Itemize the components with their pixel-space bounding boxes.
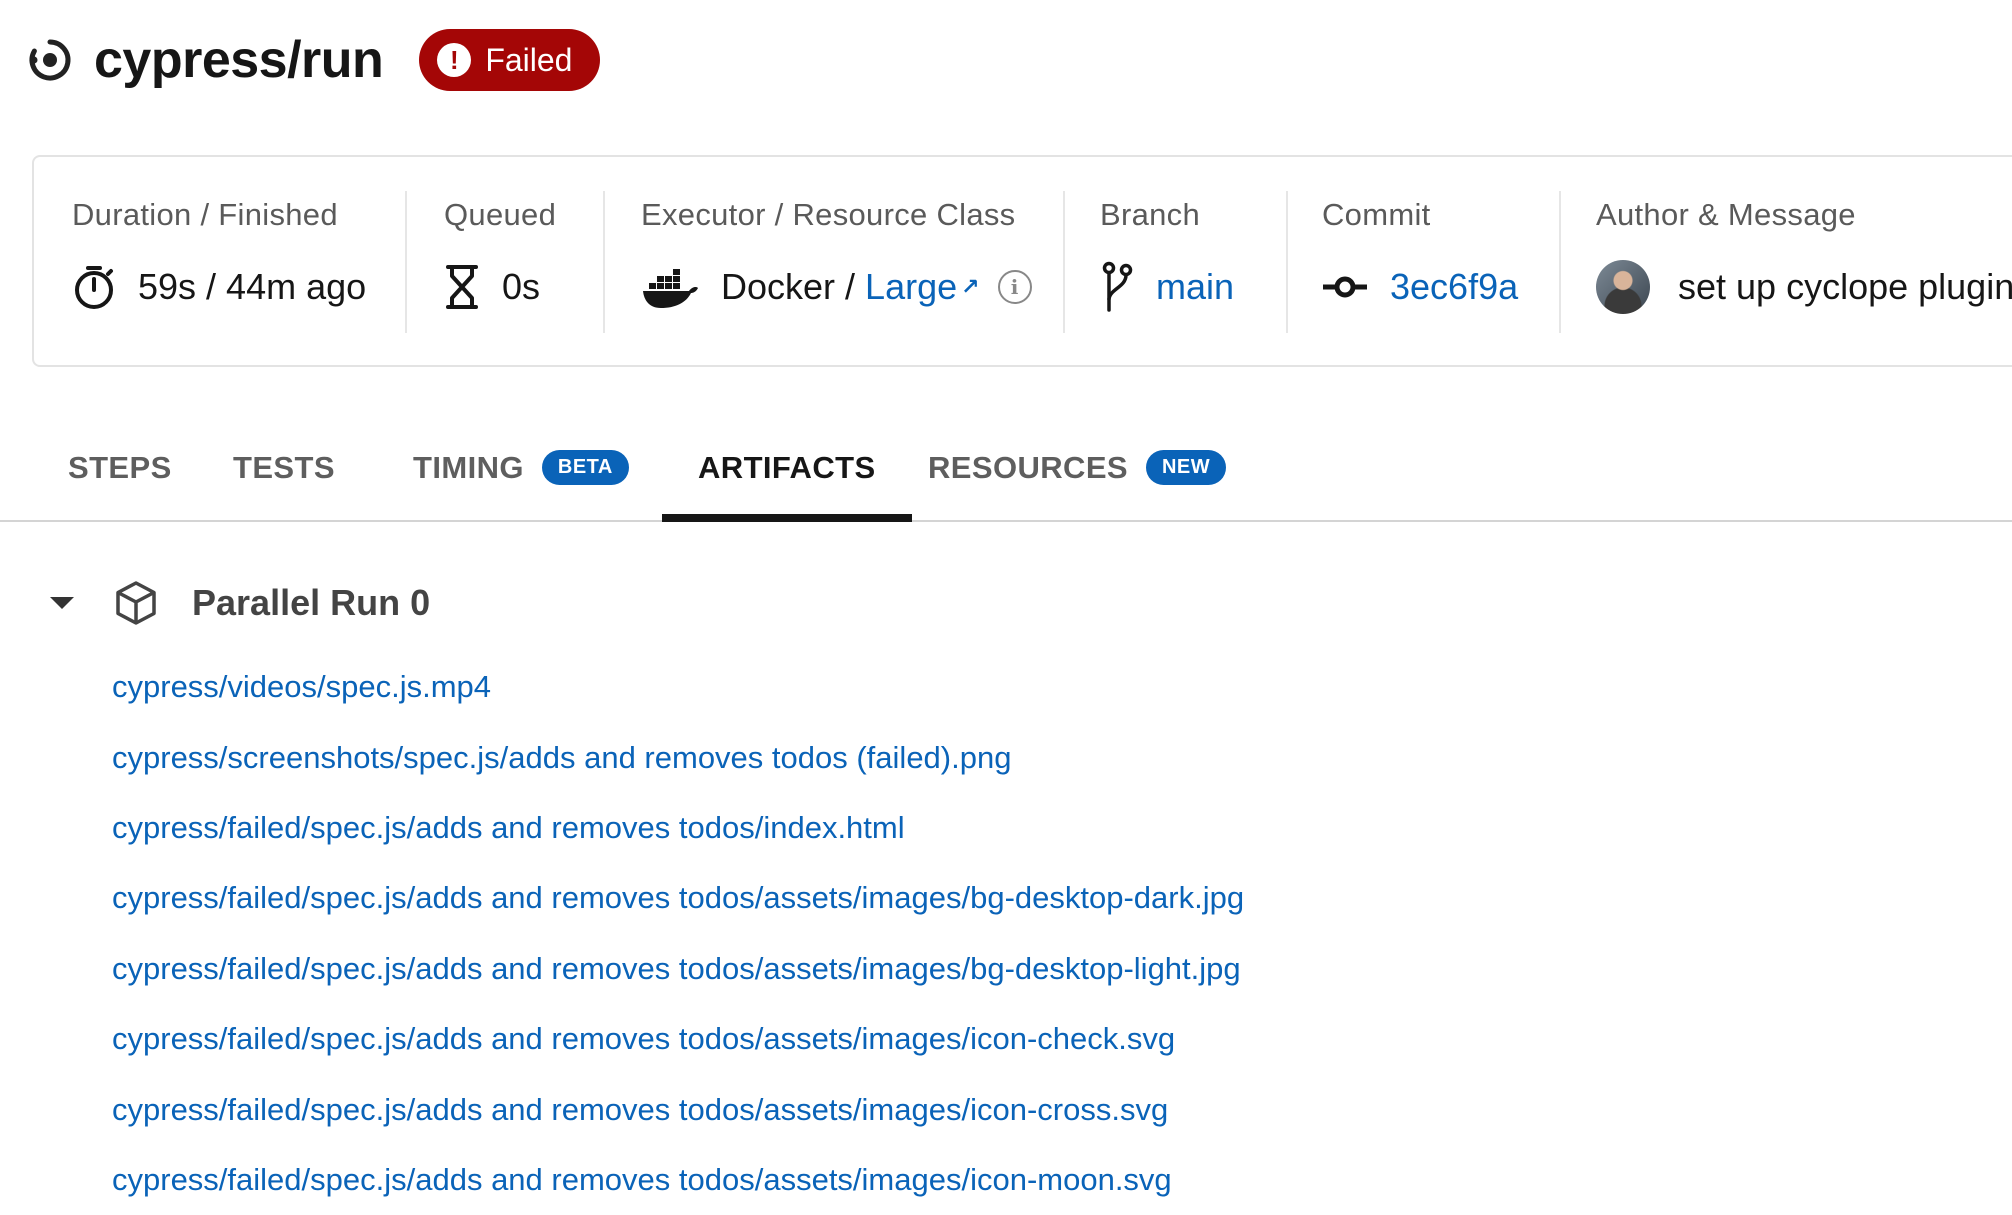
tab-label: TESTS: [233, 449, 335, 485]
tab-artifacts[interactable]: ARTIFACTS: [662, 415, 912, 522]
artifact-link[interactable]: cypress/failed/spec.js/adds and removes …: [112, 1021, 1175, 1057]
status-badge: ! Failed: [419, 29, 601, 91]
duration-value: 59s / 44m ago: [138, 266, 367, 307]
branch-label: Branch: [1100, 197, 1201, 232]
page-title: cypress/run: [94, 31, 384, 89]
artifact-link[interactable]: cypress/failed/spec.js/adds and removes …: [112, 1162, 1172, 1198]
artifact-link[interactable]: cypress/failed/spec.js/adds and removes …: [112, 810, 905, 846]
artifact-link[interactable]: cypress/failed/spec.js/adds and removes …: [112, 1092, 1168, 1128]
tab-label: STEPS: [68, 449, 172, 485]
branch-link[interactable]: main: [1156, 266, 1234, 308]
tab-tests[interactable]: TESTS: [233, 415, 335, 520]
caret-down-icon[interactable]: [50, 597, 74, 609]
executor-type: Docker: [721, 266, 836, 307]
external-link-icon[interactable]: ↗: [961, 274, 979, 300]
divider: [603, 191, 605, 333]
commit-message: set up cyclope plugin: [1678, 266, 2012, 307]
list-item: cypress/screenshots/spec.js/adds and rem…: [112, 722, 1244, 792]
list-item: cypress/failed/spec.js/adds and removes …: [112, 863, 1244, 933]
parallel-run-header[interactable]: Parallel Run 0: [50, 575, 430, 631]
artifact-link[interactable]: cypress/failed/spec.js/adds and removes …: [112, 951, 1241, 987]
tab-timing[interactable]: TIMING BETA: [413, 415, 629, 520]
new-badge: NEW: [1145, 450, 1227, 485]
divider: [1063, 191, 1065, 333]
artifact-link[interactable]: cypress/videos/spec.js.mp4: [112, 669, 491, 705]
artifact-link[interactable]: cypress/failed/spec.js/adds and removes …: [112, 880, 1244, 916]
tab-label: RESOURCES: [928, 449, 1128, 485]
author-label: Author & Message: [1596, 197, 1856, 232]
tab-steps[interactable]: STEPS: [68, 415, 172, 520]
duration-label: Duration / Finished: [72, 197, 338, 232]
avatar: [1596, 260, 1650, 314]
commit-link[interactable]: 3ec6f9a: [1390, 266, 1518, 308]
parallel-run-title: Parallel Run 0: [192, 582, 431, 623]
divider: [1286, 191, 1288, 333]
queued-value: 0s: [502, 266, 541, 307]
executor-label: Executor / Resource Class: [641, 197, 1016, 232]
alert-icon: !: [437, 43, 472, 77]
divider: [1559, 191, 1561, 333]
divider: [405, 191, 407, 333]
list-item: cypress/failed/spec.js/adds and removes …: [112, 1004, 1244, 1074]
tab-label: TIMING: [413, 449, 524, 485]
artifact-list: cypress/videos/spec.js.mp4 cypress/scree…: [112, 652, 1244, 1215]
job-header: cypress/run ! Failed: [26, 24, 601, 96]
list-item: cypress/videos/spec.js.mp4: [112, 652, 1244, 722]
commit-label: Commit: [1322, 197, 1431, 232]
stopwatch-icon: [72, 264, 116, 310]
list-item: cypress/failed/spec.js/adds and removes …: [112, 793, 1244, 863]
tab-label: ARTIFACTS: [698, 449, 876, 485]
info-icon[interactable]: i: [997, 270, 1032, 304]
list-item: cypress/failed/spec.js/adds and removes …: [112, 1145, 1244, 1215]
list-item: cypress/failed/spec.js/adds and removes …: [112, 1074, 1244, 1144]
beta-badge: BETA: [541, 450, 629, 485]
queued-label: Queued: [444, 197, 557, 232]
job-info-card: Duration / Finished 59s / 44m ago Queued: [32, 155, 2012, 367]
status-label: Failed: [485, 41, 573, 78]
artifact-link[interactable]: cypress/screenshots/spec.js/adds and rem…: [112, 740, 1011, 776]
tab-resources[interactable]: RESOURCES NEW: [928, 415, 1227, 520]
list-item: cypress/failed/spec.js/adds and removes …: [112, 934, 1244, 1004]
executor-separator: /: [835, 266, 866, 307]
git-commit-icon: [1322, 275, 1368, 299]
box-icon: [114, 580, 158, 626]
resource-class-link[interactable]: Large: [865, 266, 957, 308]
tab-bar: STEPS TESTS TIMING BETA ARTIFACTS RESOUR…: [0, 415, 2012, 522]
hourglass-icon: [444, 264, 480, 310]
job-icon: [26, 36, 74, 84]
docker-icon: [641, 265, 699, 309]
git-branch-icon: [1100, 261, 1134, 313]
